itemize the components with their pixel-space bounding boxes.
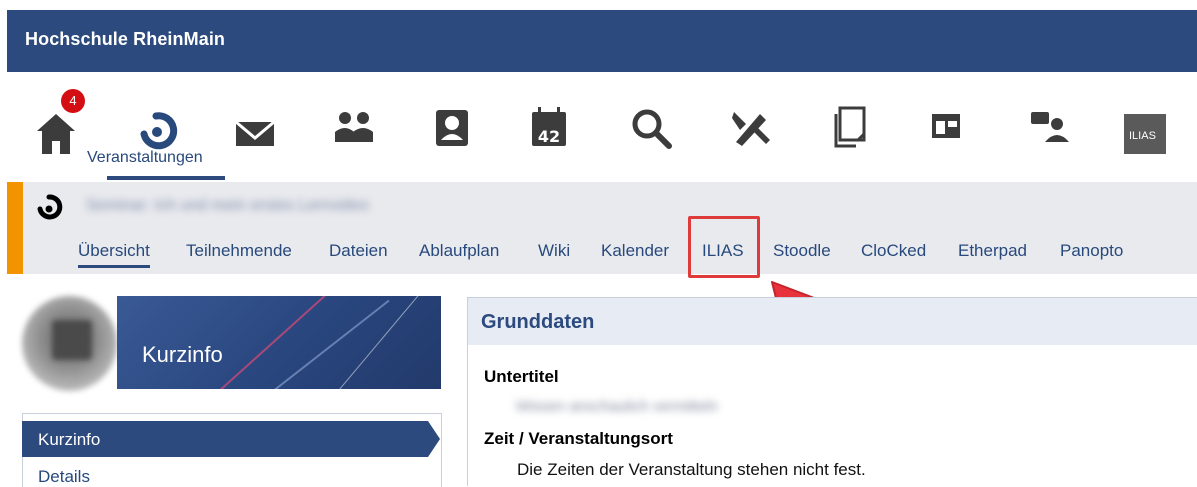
tab-wiki[interactable]: Wiki xyxy=(538,241,570,261)
tab-teilnehmende[interactable]: Teilnehmende xyxy=(186,241,292,261)
sidebar-item-kurzinfo-label[interactable]: Kurzinfo xyxy=(38,430,100,450)
grunddaten-title: Grunddaten xyxy=(481,311,595,333)
dashboard-icon[interactable] xyxy=(930,112,986,168)
mail-icon[interactable] xyxy=(234,112,290,168)
top-bar: Hochschule RheinMain xyxy=(7,10,1197,72)
nav-active-indicator xyxy=(107,176,225,180)
tab-dateien[interactable]: Dateien xyxy=(329,241,388,261)
tab-kalender[interactable]: Kalender xyxy=(601,241,669,261)
tools-icon[interactable] xyxy=(730,106,786,162)
documents-icon[interactable] xyxy=(834,106,890,162)
field-label-untertitel: Untertitel xyxy=(484,367,559,386)
chat-icon[interactable] xyxy=(1029,110,1085,166)
ilias-icon[interactable]: ILIAS xyxy=(1124,114,1180,170)
tab-ablaufplan[interactable]: Ablaufplan xyxy=(419,241,499,261)
tab-etherpad[interactable]: Etherpad xyxy=(958,241,1027,261)
kurzinfo-card-title: Kurzinfo xyxy=(142,342,223,367)
home-icon[interactable] xyxy=(34,108,90,164)
tab-stoodle[interactable]: Stoodle xyxy=(773,241,831,261)
field-value-untertitel: Wissen anschaulich vermitteln xyxy=(516,398,718,415)
brand-title[interactable]: Hochschule RheinMain xyxy=(25,29,225,50)
course-avatar-inner xyxy=(52,320,92,360)
community-icon[interactable] xyxy=(333,108,389,164)
course-icon xyxy=(37,194,67,229)
field-value-zeit-ort: Die Zeiten der Veranstaltung stehen nich… xyxy=(517,460,866,479)
calendar-icon[interactable]: 42 xyxy=(530,106,586,162)
tab-panopto[interactable]: Panopto xyxy=(1060,241,1123,261)
svg-text:42: 42 xyxy=(538,127,560,146)
profile-icon[interactable] xyxy=(434,108,490,164)
ilias-tab-highlight xyxy=(688,216,760,278)
notification-badge: 4 xyxy=(61,89,85,113)
course-accent-bar xyxy=(7,182,23,274)
ilias-icon-label: ILIAS xyxy=(1129,130,1156,142)
sidebar-item-details[interactable]: Details xyxy=(38,467,90,487)
nav-active-label[interactable]: Veranstaltungen xyxy=(87,149,203,167)
tab-clocked[interactable]: CloCked xyxy=(861,241,926,261)
sidebar-active-arrow xyxy=(428,421,440,457)
search-icon[interactable] xyxy=(631,108,687,164)
field-label-zeit-ort: Zeit / Veranstaltungsort xyxy=(484,429,673,448)
course-title[interactable]: Seminar: Ich und mein erstes Lernvideo xyxy=(86,197,506,221)
tab-uebersicht[interactable]: Übersicht xyxy=(78,241,150,268)
